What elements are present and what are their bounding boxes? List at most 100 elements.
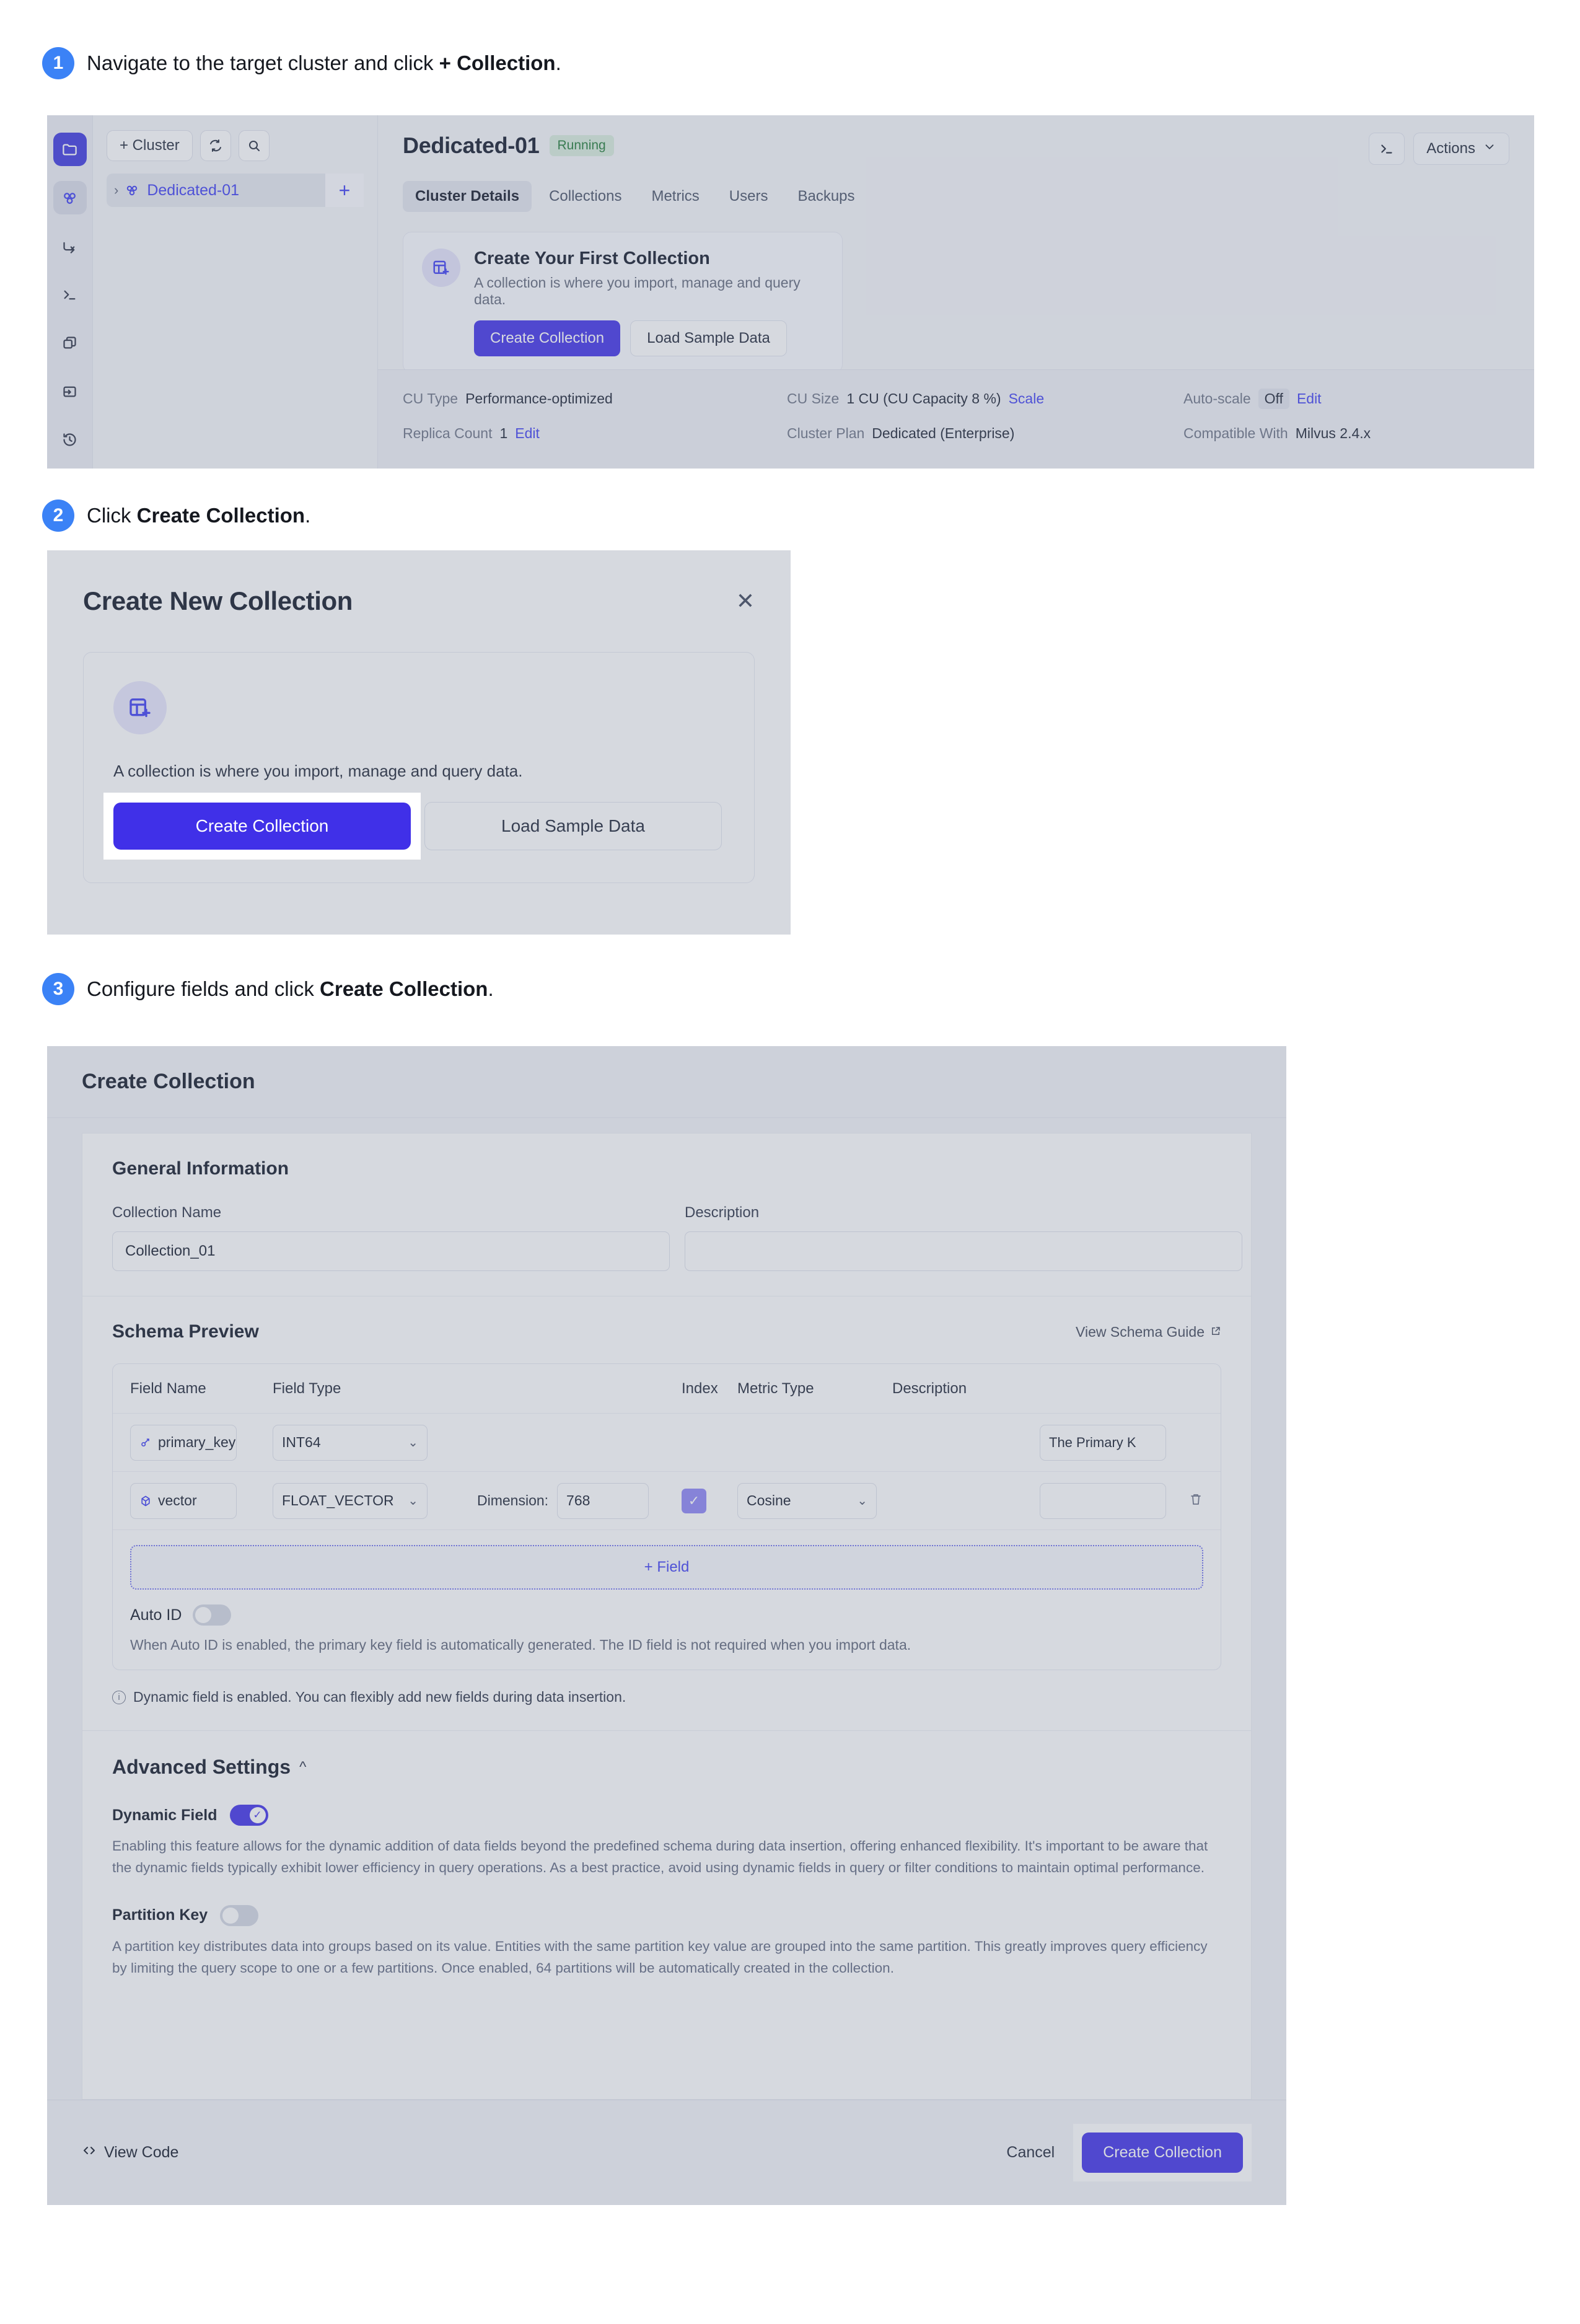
view-code-button[interactable]: View Code	[82, 2143, 178, 2162]
screenshot-cluster-overview: + Cluster › Dedicated-01 + Dedicated-01 …	[47, 115, 1534, 469]
create-collection-button[interactable]: Create Collection	[474, 320, 621, 356]
edit-link[interactable]: Edit	[1297, 390, 1322, 407]
search-icon[interactable]	[238, 130, 270, 161]
cancel-button[interactable]: Cancel	[1006, 2144, 1055, 2162]
auto-id-label: Auto ID	[130, 1606, 182, 1624]
external-link-icon	[1210, 1324, 1221, 1340]
actions-button[interactable]: Actions	[1413, 133, 1509, 165]
field-description-cell	[892, 1482, 1166, 1519]
general-fields: Collection Name Collection_01 Descriptio…	[112, 1204, 1242, 1271]
tab-metrics[interactable]: Metrics	[639, 181, 711, 212]
status-badge: Running	[549, 135, 614, 156]
terminal-icon[interactable]	[1369, 133, 1405, 165]
stat-cu-type: CU Type Performance-optimized	[403, 389, 787, 409]
load-sample-data-button[interactable]: Load Sample Data	[424, 802, 722, 850]
partition-key-label: Partition Key	[112, 1906, 208, 1924]
copy-icon[interactable]	[53, 326, 87, 359]
advanced-settings-header[interactable]: Advanced Settings ^	[112, 1756, 1221, 1779]
tab-cluster-details[interactable]: Cluster Details	[403, 181, 532, 212]
schema-table: Field Name Field Type Index Metric Type …	[112, 1363, 1221, 1670]
cluster-list-item[interactable]: › Dedicated-01 +	[107, 174, 364, 207]
cluster-stats: CU Type Performance-optimized CU Size 1 …	[378, 369, 1534, 469]
export-icon[interactable]	[53, 374, 87, 408]
index-checkbox[interactable]: ✓	[682, 1488, 706, 1513]
step-2-badge: 2	[42, 500, 74, 532]
field-name-cell: primary_key	[130, 1424, 273, 1461]
edit-link[interactable]: Edit	[515, 425, 540, 442]
screenshot-create-collection-form: Create Collection General Information Co…	[47, 1046, 1286, 2205]
col-field-name: Field Name	[130, 1380, 206, 1397]
folder-icon[interactable]	[53, 133, 87, 166]
collection-name-group: Collection Name Collection_01	[112, 1204, 670, 1271]
chevron-down-icon	[1483, 140, 1496, 158]
highlight-box: Create Collection	[1073, 2124, 1252, 2181]
add-cluster-button[interactable]: + Cluster	[107, 130, 193, 161]
step-1-badge: 1	[42, 47, 74, 79]
cluster-toolbar: + Cluster	[107, 130, 364, 161]
step-1-suffix: .	[555, 51, 561, 74]
auto-id-toggle[interactable]	[193, 1604, 232, 1626]
create-collection-button[interactable]: Create Collection	[113, 803, 411, 850]
collection-name-label: Collection Name	[112, 1204, 222, 1221]
col-description: Description	[892, 1380, 967, 1397]
stat-label: Cluster Plan	[787, 425, 865, 441]
step-1-bold: + Collection	[439, 51, 556, 74]
field-description-input[interactable]: The Primary K	[1040, 1424, 1166, 1461]
console-icon[interactable]	[53, 278, 87, 311]
cluster-topline: Dedicated-01 Running Actions	[403, 133, 1509, 165]
collection-name-input[interactable]: Collection_01	[112, 1231, 670, 1271]
actions-label: Actions	[1426, 140, 1475, 157]
description-input[interactable]	[685, 1231, 1242, 1271]
stat-value: 1 CU (CU Capacity 8 %)	[846, 390, 1001, 407]
field-description-input[interactable]	[1040, 1482, 1166, 1519]
field-name-input[interactable]: primary_key	[130, 1424, 237, 1461]
import-icon[interactable]	[53, 229, 87, 263]
schema-heading: Schema Preview	[112, 1321, 259, 1342]
tab-backups[interactable]: Backups	[785, 181, 867, 212]
partition-key-toggle[interactable]	[220, 1904, 259, 1926]
card-buttons: Create Collection Load Sample Data	[474, 320, 823, 356]
trash-icon[interactable]	[1188, 1492, 1203, 1510]
info-icon: i	[112, 1690, 126, 1704]
field-name-input[interactable]: vector	[130, 1482, 237, 1519]
cluster-icon[interactable]	[53, 181, 87, 214]
page-title: Dedicated-01	[403, 133, 540, 158]
view-schema-guide-link[interactable]: View Schema Guide	[1076, 1324, 1221, 1340]
add-field-button[interactable]: + Field	[130, 1545, 1203, 1590]
field-type-select[interactable]: FLOAT_VECTOR ⌄	[273, 1482, 428, 1519]
cluster-name-label: Dedicated-01	[147, 181, 240, 199]
tab-collections[interactable]: Collections	[537, 181, 634, 212]
dynamic-field-row: Dynamic Field ✓	[112, 1805, 1221, 1826]
scale-link[interactable]: Scale	[1009, 390, 1045, 407]
dynamic-field-note-text: Dynamic field is enabled. You can flexib…	[133, 1689, 626, 1705]
dynamic-field-toggle[interactable]: ✓	[229, 1805, 268, 1826]
form-body: General Information Collection Name Coll…	[82, 1133, 1252, 2100]
field-name-value: primary_key	[158, 1434, 236, 1450]
step-2-header: 2 Click Create Collection.	[0, 500, 310, 532]
metric-type-select[interactable]: Cosine ⌄	[737, 1482, 877, 1519]
chevron-up-icon: ^	[299, 1758, 307, 1776]
chevron-right-icon[interactable]: ›	[114, 182, 118, 198]
stat-label: CU Size	[787, 390, 840, 407]
dialog-title: Create New Collection	[83, 586, 353, 615]
description-label: Description	[685, 1204, 760, 1221]
refresh-icon[interactable]	[200, 130, 231, 161]
cluster-icon	[125, 183, 139, 198]
load-sample-data-button[interactable]: Load Sample Data	[630, 320, 787, 356]
close-icon[interactable]: ✕	[736, 590, 755, 612]
stat-cluster-plan: Cluster Plan Dedicated (Enterprise)	[787, 425, 1183, 442]
field-type-select[interactable]: INT64 ⌄	[273, 1424, 428, 1461]
metric-type-value: Cosine	[747, 1492, 791, 1508]
tab-users[interactable]: Users	[717, 181, 781, 212]
app-rail	[47, 115, 93, 469]
toggle-knob	[195, 1607, 212, 1623]
add-collection-button[interactable]: +	[325, 174, 364, 207]
dimension-input[interactable]: 768	[557, 1482, 649, 1519]
schema-header: Schema Preview View Schema Guide	[112, 1321, 1221, 1342]
cluster-tabs: Cluster Details Collections Metrics User…	[403, 181, 1509, 212]
history-icon[interactable]	[53, 423, 87, 456]
dynamic-field-description: Enabling this feature allows for the dyn…	[112, 1838, 1208, 1875]
stat-pill: Off	[1258, 389, 1289, 409]
create-collection-button[interactable]: Create Collection	[1082, 2133, 1243, 2173]
schema-preview-section: Schema Preview View Schema Guide Field N…	[82, 1296, 1251, 1731]
